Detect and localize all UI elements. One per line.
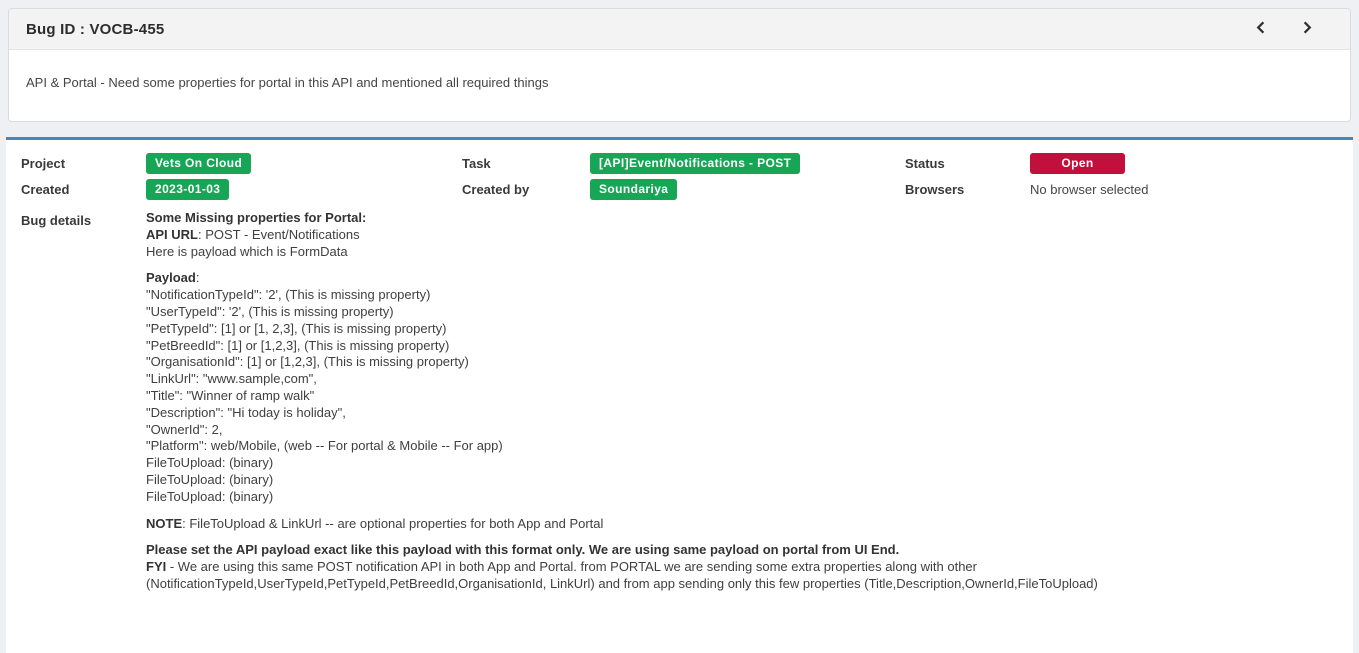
bug-summary-card: Bug ID : VOCB-455 API & Portal - Need so…: [8, 8, 1351, 122]
task-label: Task: [462, 153, 590, 171]
bug-summary-text: API & Portal - Need some properties for …: [9, 50, 1350, 121]
bug-details-line: "OwnerId": 2,: [146, 422, 1339, 439]
bug-details-line: FileToUpload: (binary): [146, 489, 1339, 506]
bug-details-line: NOTE: FileToUpload & LinkUrl -- are opti…: [146, 516, 1339, 533]
browsers-value: No browser selected: [1030, 179, 1339, 197]
status-value-cell: Open: [1030, 153, 1339, 174]
chevron-right-icon: [1299, 20, 1314, 38]
created-by-label: Created by: [462, 179, 590, 197]
browsers-label: Browsers: [905, 179, 1030, 197]
bug-details-label: Bug details: [21, 210, 146, 593]
bug-details-paragraph: Payload:"NotificationTypeId": '2', (This…: [146, 270, 1339, 505]
bug-details-line: "Description": "Hi today is holiday",: [146, 405, 1339, 422]
bug-details-line: "Platform": web/Mobile, (web -- For port…: [146, 438, 1339, 455]
created-by-value-cell: Soundariya: [590, 179, 905, 200]
bug-details-line: "LinkUrl": "www.sample,com",: [146, 371, 1339, 388]
status-badge: Open: [1030, 153, 1125, 174]
project-badge: Vets On Cloud: [146, 153, 251, 174]
created-label: Created: [21, 179, 146, 197]
bug-details-line: Some Missing properties for Portal:: [146, 210, 1339, 227]
bug-navigation: [1254, 20, 1314, 38]
bug-details-line: FileToUpload: (binary): [146, 455, 1339, 472]
bug-details-line: "NotificationTypeId": '2', (This is miss…: [146, 287, 1339, 304]
next-bug-button[interactable]: [1299, 20, 1314, 38]
task-value-cell: [API]Event/Notifications - POST: [590, 153, 905, 174]
page-title: Bug ID : VOCB-455: [26, 21, 164, 38]
bug-header-bar: Bug ID : VOCB-455: [9, 9, 1350, 50]
bug-details-row: Bug details Some Missing properties for …: [21, 210, 1339, 593]
bug-details-paragraph: NOTE: FileToUpload & LinkUrl -- are opti…: [146, 516, 1339, 533]
created-by-badge: Soundariya: [590, 179, 677, 200]
bug-details-line: Here is payload which is FormData: [146, 244, 1339, 261]
bug-details-paragraph: Please set the API payload exact like th…: [146, 542, 1339, 592]
project-label: Project: [21, 153, 146, 171]
project-value-cell: Vets On Cloud: [146, 153, 462, 174]
bug-details-line: Payload:: [146, 270, 1339, 287]
status-label: Status: [905, 153, 1030, 171]
bug-details-line: FYI - We are using this same POST notifi…: [146, 559, 1339, 593]
created-date-badge: 2023-01-03: [146, 179, 229, 200]
bug-details-line: "Title": "Winner of ramp walk": [146, 388, 1339, 405]
bug-details-line: "PetTypeId": [1] or [1, 2,3], (This is m…: [146, 321, 1339, 338]
previous-bug-button[interactable]: [1254, 20, 1269, 38]
bug-details-line: API URL: POST - Event/Notifications: [146, 227, 1339, 244]
bug-details-line: "OrganisationId": [1] or [1,2,3], (This …: [146, 354, 1339, 371]
task-badge: [API]Event/Notifications - POST: [590, 153, 800, 174]
bug-details-line: "PetBreedId": [1] or [1,2,3], (This is m…: [146, 338, 1339, 355]
created-value-cell: 2023-01-03: [146, 179, 462, 200]
bug-details-line: Please set the API payload exact like th…: [146, 542, 1339, 559]
bug-details-content: Some Missing properties for Portal:API U…: [146, 210, 1339, 593]
chevron-left-icon: [1254, 20, 1269, 38]
bug-details-card: Project Vets On Cloud Task [API]Event/No…: [6, 137, 1353, 653]
bug-details-paragraph: Some Missing properties for Portal:API U…: [146, 210, 1339, 260]
bug-details-line: "UserTypeId": '2', (This is missing prop…: [146, 304, 1339, 321]
bug-details-line: FileToUpload: (binary): [146, 472, 1339, 489]
bug-meta-grid: Project Vets On Cloud Task [API]Event/No…: [21, 153, 1339, 200]
